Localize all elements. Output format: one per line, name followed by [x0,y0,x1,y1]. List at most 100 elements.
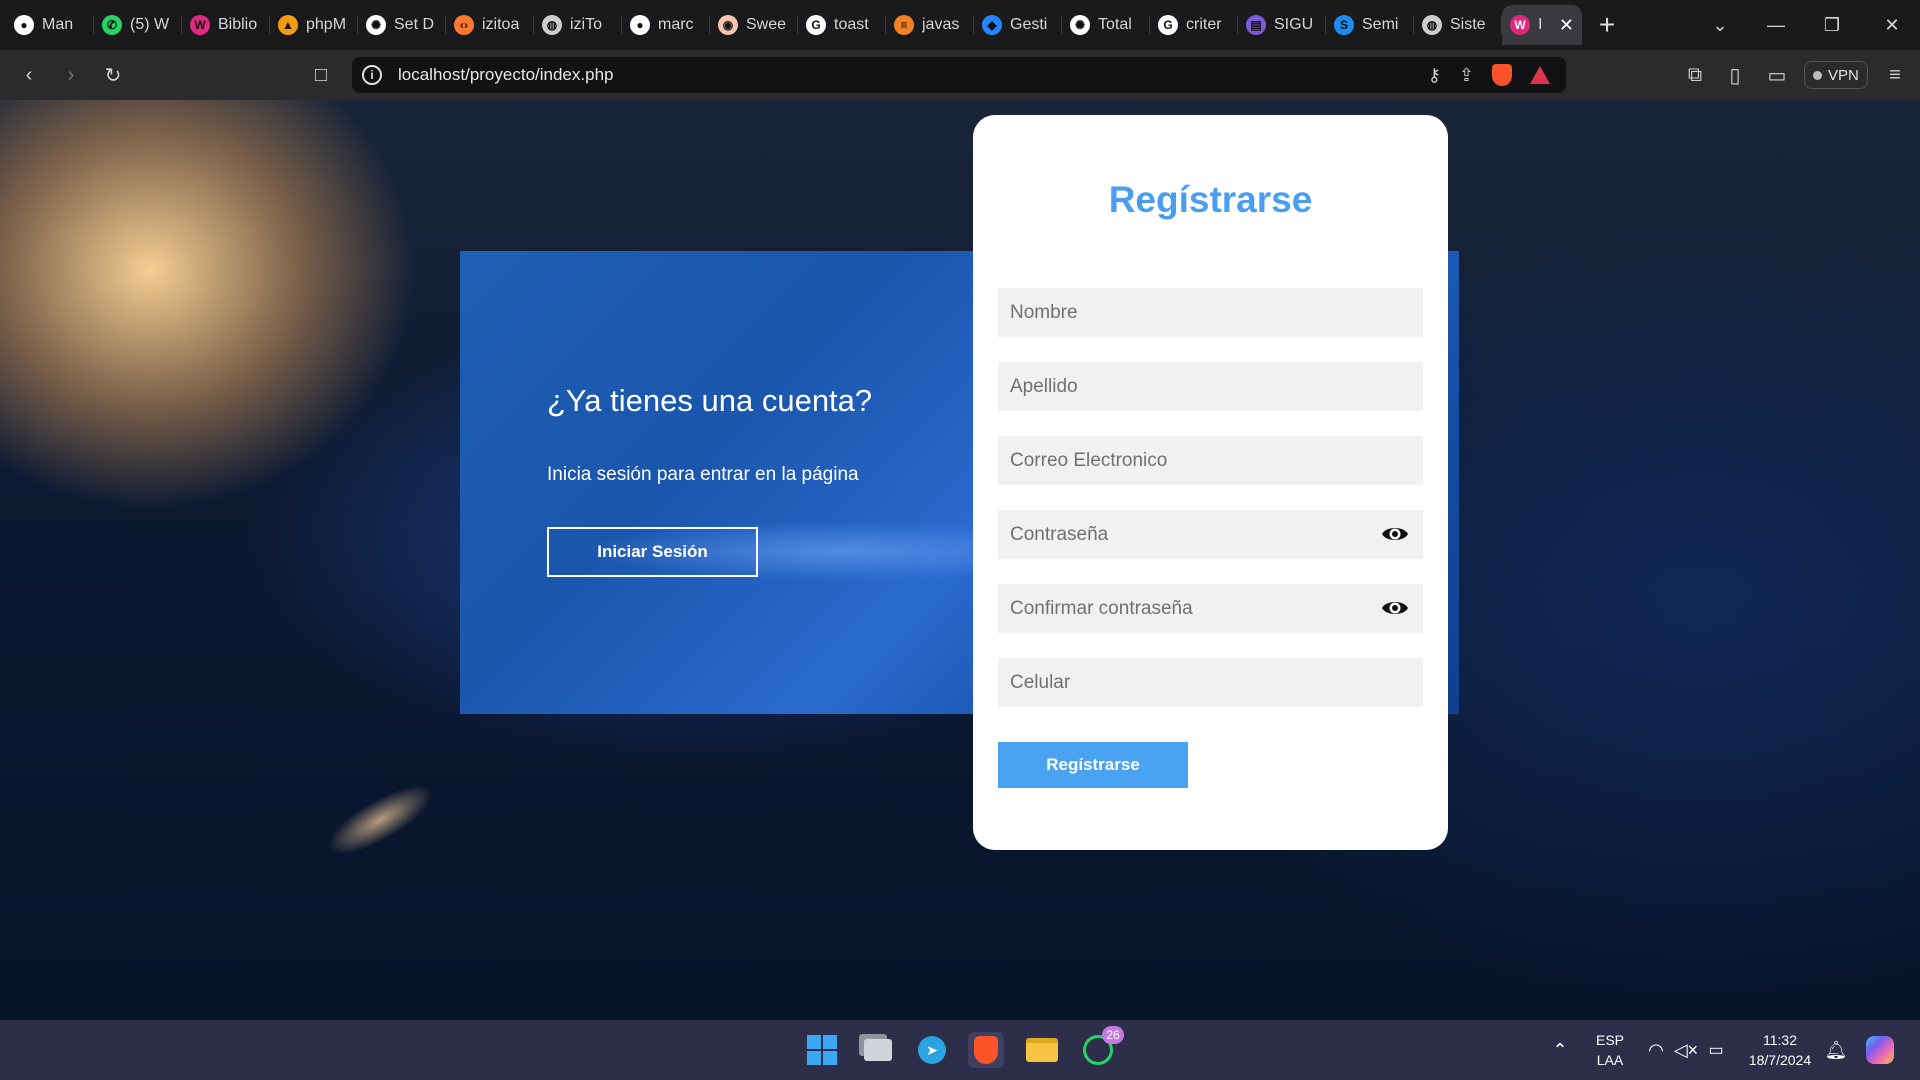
email-field[interactable]: Correo Electronico [998,436,1423,485]
tab-title: Semi [1362,16,1399,33]
tab-9[interactable]: Gtoast [798,5,886,45]
file-explorer-icon[interactable] [1024,1032,1060,1068]
whatsapp-icon: ✆ [102,15,122,35]
tab-title: izitoa [482,16,520,33]
globe-icon: ◍ [542,15,562,35]
background-highlight [318,772,442,868]
tab-title: criter [1186,16,1222,33]
tab-title: Set D [394,16,434,33]
google-icon: G [1158,15,1178,35]
phpmyadmin-icon: ▲ [278,15,298,35]
battery-icon[interactable]: ▭ [1698,1032,1734,1068]
tab-16[interactable]: ◍ Siste [1414,5,1502,45]
copilot-icon[interactable] [1862,1032,1898,1068]
tab-10[interactable]: ≡ javas [886,5,974,45]
wallet-icon[interactable]: ▭ [1762,60,1792,90]
extensions-icon[interactable]: ⧉ [1680,60,1710,90]
menu-icon[interactable]: ≡ [1880,60,1910,90]
address-bar[interactable]: i localhost/proyecto/index.php ⚷ ⇪ [352,57,1566,93]
forward-icon[interactable]: › [56,60,86,90]
language-indicator[interactable]: ESP LAA [1592,1032,1628,1068]
tab-12[interactable]: ✺ Total [1062,5,1150,45]
tab-title: Man [42,16,74,33]
google-icon: G [806,15,826,35]
notifications-bell-icon[interactable]: 🔔︎ [1818,1032,1854,1068]
tab-1[interactable]: ✆ (5) W [94,5,182,45]
tab-active[interactable]: W I ✕ [1502,5,1582,45]
vpn-button[interactable]: VPN [1804,61,1868,89]
tab-2[interactable]: W Biblio [182,5,270,45]
email-placeholder: Correo Electronico [1010,449,1168,471]
tab-8[interactable]: ◉ Swee [710,5,798,45]
brave-shields-icon[interactable] [1492,64,1512,86]
show-confirm-password-eye-icon[interactable] [1381,597,1409,619]
tab-0[interactable]: ● Man [6,5,94,45]
key-icon[interactable]: ⚷ [1428,65,1441,86]
tab-title: Biblio [218,16,258,33]
whatsapp-icon[interactable]: 26 [1080,1026,1124,1068]
tab-15[interactable]: S Semi [1326,5,1414,45]
restore-icon[interactable]: ❐ [1804,0,1860,50]
tab-5[interactable]: ‹› izitoa [446,5,534,45]
back-icon[interactable]: ‹ [14,60,44,90]
tab-11[interactable]: ◆ Gesti [974,5,1062,45]
tab-13[interactable]: Gcriter [1150,5,1238,45]
language-code: ESP [1595,1032,1624,1048]
clock[interactable]: 11:32 18/7/2024 [1740,1032,1820,1068]
apellido-field[interactable]: Apellido [998,362,1423,411]
tray-chevron-up-icon[interactable]: ⌃ [1542,1032,1578,1068]
login-button[interactable]: Iniciar Sesión [547,527,758,577]
tab-list: ● Man ✆ (5) W W Biblio ▲ phpM ✺ Set D ‹› izitoa ◍ izi… [6,5,1502,45]
tab-7[interactable]: ● marc [622,5,710,45]
tab-title: SIGU [1274,16,1314,33]
wix-icon: W [1510,15,1530,35]
register-submit-button[interactable]: Regístrarse [998,742,1188,788]
tab-4[interactable]: ✺ Set D [358,5,446,45]
register-title: Regístrarse [1108,179,1313,220]
sidebar-icon[interactable]: ▯ [1720,60,1750,90]
share-icon[interactable]: ⇪ [1459,65,1474,86]
tab-title: iziTo [570,16,603,33]
reload-icon[interactable]: ↻ [98,60,128,90]
vpn-status-icon [1813,70,1822,80]
new-tab-button[interactable]: + [1582,9,1632,41]
apellido-placeholder: Apellido [1010,375,1078,397]
url-text[interactable]: localhost/proyecto/index.php [398,65,613,85]
tab-6[interactable]: ◍ iziTo [534,5,622,45]
have-account-title: ¿Ya tienes una cuenta? [547,383,873,418]
code-icon: ‹› [454,15,474,35]
celular-field[interactable]: Celular [998,658,1423,707]
skype-icon: S [1334,15,1354,35]
brave-rewards-icon[interactable] [1530,66,1550,84]
sigu-icon: ▤ [1246,15,1266,35]
site-info-icon[interactable]: i [362,65,382,85]
password-field[interactable]: Contraseña [998,510,1423,559]
tab-14[interactable]: ▤ SIGU [1238,5,1326,45]
windows-start-icon[interactable] [804,1032,840,1068]
have-account-subtitle: Inicia sesión para entrar en la página [547,464,859,485]
tab-title: javas [922,16,960,33]
vpn-label: VPN [1828,66,1859,84]
tab-title: phpM [306,16,346,33]
browser-toolbar: ‹ › ↻ □ i localhost/proyecto/index.php ⚷… [0,50,1920,100]
tab-title: I [1538,16,1543,33]
brave-browser-icon[interactable] [968,1032,1004,1068]
nombre-field[interactable]: Nombre [998,288,1423,337]
password-placeholder: Contraseña [1010,523,1109,545]
keyboard-layout: LAA [1596,1052,1624,1068]
tab-search-chevron-icon[interactable]: ⌄ [1692,0,1748,50]
bookmark-icon[interactable]: □ [306,60,336,90]
telegram-icon[interactable]: ➤ [914,1032,950,1068]
page-viewport: ¿Ya tienes una cuenta? Inicia sesión par… [0,100,1920,1020]
tab-title: (5) W [130,16,170,33]
confirm-password-field[interactable]: Confirmar contraseña [998,584,1423,633]
minimize-icon[interactable]: — [1748,0,1804,50]
task-view-icon[interactable] [860,1032,896,1068]
github-icon: ● [630,15,650,35]
confirm-password-placeholder: Confirmar contraseña [1010,597,1193,619]
show-password-eye-icon[interactable] [1381,523,1409,545]
close-window-icon[interactable]: ✕ [1864,0,1920,50]
tab-3[interactable]: ▲ phpM [270,5,358,45]
close-tab-icon[interactable]: ✕ [1559,15,1574,36]
tab-title: Siste [1450,16,1486,33]
